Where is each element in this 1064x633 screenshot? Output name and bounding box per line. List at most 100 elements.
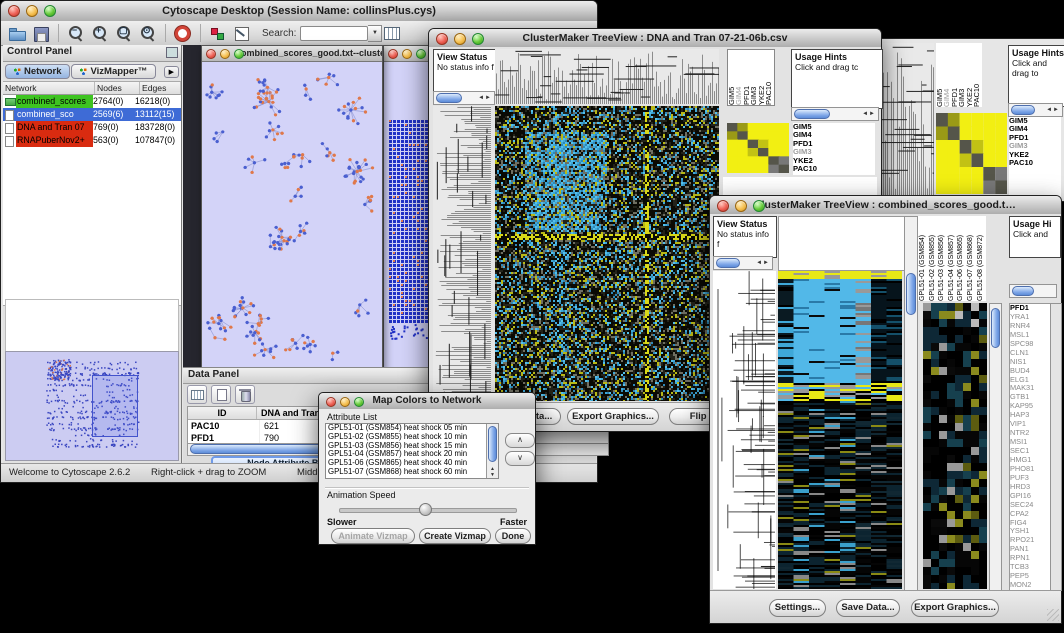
speed-slider-thumb[interactable] [419, 503, 432, 516]
scroll-arrows-icon[interactable]: ◄► [1046, 107, 1062, 113]
zoom-button[interactable] [753, 200, 765, 212]
scrollbar-thumb[interactable] [436, 93, 462, 103]
scroll-arrows-icon[interactable]: ◄► [756, 260, 772, 266]
scroll-arrows-icon[interactable]: ▲▼ [487, 466, 498, 478]
help-lifesaver-icon[interactable] [173, 24, 193, 43]
scrollbar-thumb[interactable] [991, 308, 1000, 348]
column-header-id[interactable]: ID [188, 407, 257, 419]
scrollbar-thumb[interactable] [906, 273, 916, 315]
create-vizmap-button[interactable]: Create Vizmap [419, 528, 491, 544]
zoom-out-icon[interactable]: − [66, 24, 86, 43]
network-overlap-icon[interactable] [208, 24, 228, 43]
scrollbar-thumb[interactable] [488, 426, 497, 462]
export-graphics-button[interactable]: Export Graphics... [567, 408, 659, 425]
zoom-button[interactable] [472, 33, 484, 45]
attribute-list[interactable]: GPL51-01 (GSM854) heat shock 05 minGPL51… [325, 423, 499, 479]
network-list-row[interactable]: RNAPuberNov2+ 563(0) 107847(0) [3, 134, 181, 147]
settings-button[interactable]: Settings... [769, 599, 826, 617]
gene-row-label[interactable]: PAC10 [793, 165, 875, 173]
treeview-titlebar[interactable]: ClusterMaker TreeView : DNA and Tran 07-… [429, 29, 881, 48]
minimize-button[interactable] [26, 5, 38, 17]
status-scrollbar[interactable]: ◄► [433, 91, 495, 105]
close-button[interactable] [8, 5, 20, 17]
zoom-in-icon[interactable]: + [90, 24, 110, 43]
array-column-label[interactable]: GPL51-08 (GSM872) [976, 216, 986, 301]
array-column-label[interactable]: GPL51-03 (GSM856) [937, 216, 947, 301]
global-heatmap[interactable] [778, 271, 902, 589]
new-attribute-icon[interactable] [211, 385, 231, 404]
zoom-vscrollbar[interactable] [989, 303, 1002, 591]
done-button[interactable]: Done [495, 528, 531, 544]
status-scrollbar[interactable]: ◄► [713, 256, 773, 270]
hints-scrollbar[interactable] [1009, 284, 1057, 298]
frame-titlebar[interactable]: combined_scores_good.txt--cluste... [202, 46, 382, 62]
zoom-button[interactable] [234, 49, 244, 59]
network-canvas[interactable] [203, 62, 379, 374]
close-button[interactable] [436, 33, 448, 45]
gene-column-label[interactable]: YKE2 [966, 43, 973, 107]
zoom-selected-icon[interactable]: ⊙ [138, 24, 158, 43]
minimize-button[interactable] [454, 33, 466, 45]
gene-column-label[interactable]: GIM4 [943, 43, 950, 107]
search-input[interactable] [300, 26, 368, 41]
open-folder-icon[interactable] [7, 24, 27, 43]
birdseye-canvas[interactable] [6, 353, 176, 457]
minimize-button[interactable] [340, 397, 350, 407]
float-panel-icon[interactable] [166, 47, 178, 58]
column-header-edges[interactable]: Edges [140, 82, 181, 94]
gene-column-label[interactable]: GIM3 [750, 50, 757, 105]
global-heatmap[interactable] [495, 106, 719, 401]
move-up-button[interactable]: ∧ [505, 433, 535, 448]
map-colors-dialog[interactable]: Map Colors to Network Attribute List GPL… [318, 392, 536, 545]
array-column-label[interactable]: GPL51-07 (GSM868) [966, 216, 976, 301]
zoom-fit-icon[interactable]: ▢ [114, 24, 134, 43]
gene-column-label[interactable]: PAC10 [765, 50, 772, 105]
zoom-button[interactable] [416, 49, 426, 59]
save-data-button[interactable]: Save Data... [836, 599, 900, 617]
zoom-heatmap[interactable] [923, 303, 987, 589]
gene-row-label[interactable]: MON2 [1010, 581, 1050, 590]
close-button[interactable] [206, 49, 216, 59]
zoom-button[interactable] [354, 397, 364, 407]
array-column-label[interactable]: GPL51-06 (GSM865) [956, 216, 966, 301]
row-dendrogram[interactable] [713, 271, 776, 589]
scrollbar-thumb[interactable] [794, 109, 830, 119]
column-dendrogram[interactable] [495, 49, 719, 104]
scroll-arrows-icon[interactable]: ◄► [862, 111, 878, 117]
array-column-label[interactable]: GPL51-01 (GSM854) [918, 216, 928, 301]
zoom-button[interactable] [44, 5, 56, 17]
gene-column-label[interactable]: YKE2 [758, 50, 765, 105]
minimize-button[interactable] [735, 200, 747, 212]
zoom-heatmap[interactable] [936, 113, 1007, 194]
network-list-row[interactable]: DNA and Tran 07 769(0) 183728(0) [3, 121, 181, 134]
close-button[interactable] [326, 397, 336, 407]
gene-column-label[interactable]: GIM3 [958, 43, 965, 107]
network-list-row[interactable]: combined_scores 2764(0) 16218(0) [3, 95, 181, 108]
scrollbar-thumb[interactable] [716, 258, 740, 268]
close-button[interactable] [717, 200, 729, 212]
tab-overflow-arrow-icon[interactable]: ▶ [164, 66, 179, 78]
scrollbar-thumb[interactable] [1011, 105, 1035, 115]
heatmap-vscrollbar[interactable] [904, 216, 918, 591]
attribute-list-scrollbar[interactable]: ▲▼ [486, 424, 498, 478]
minimize-button[interactable] [220, 49, 230, 59]
attribute-grid-icon[interactable] [384, 27, 400, 40]
tab[interactable]: VizMapper™ [71, 64, 156, 79]
select-attributes-icon[interactable] [187, 385, 207, 404]
annotation-icon[interactable] [232, 24, 252, 43]
row-dendrogram[interactable] [433, 106, 491, 401]
resize-grip[interactable] [1047, 609, 1059, 621]
export-graphics-button[interactable]: Export Graphics... [911, 599, 999, 617]
dialog-titlebar[interactable]: Map Colors to Network [319, 393, 535, 410]
move-down-button[interactable]: ∨ [505, 451, 535, 466]
animate-vizmap-button[interactable]: Animate Vizmap [331, 528, 415, 544]
minimize-button[interactable] [402, 49, 412, 59]
attribute-list-item[interactable]: GPL51-07 (GSM868) heat shock 60 min [326, 468, 498, 477]
scrollbar-thumb[interactable] [1012, 286, 1034, 296]
array-column-label[interactable]: GPL51-02 (GSM855) [928, 216, 938, 301]
network-list-row[interactable]: combined_sco 2569(6) 13112(15) [3, 108, 181, 121]
hints-scrollbar[interactable]: ◄► [1008, 103, 1063, 117]
hints-scrollbar[interactable]: ◄► [791, 107, 879, 121]
treeview-titlebar[interactable]: ClusterMaker TreeView : combined_scores_… [710, 196, 1061, 215]
save-icon[interactable] [31, 24, 51, 43]
